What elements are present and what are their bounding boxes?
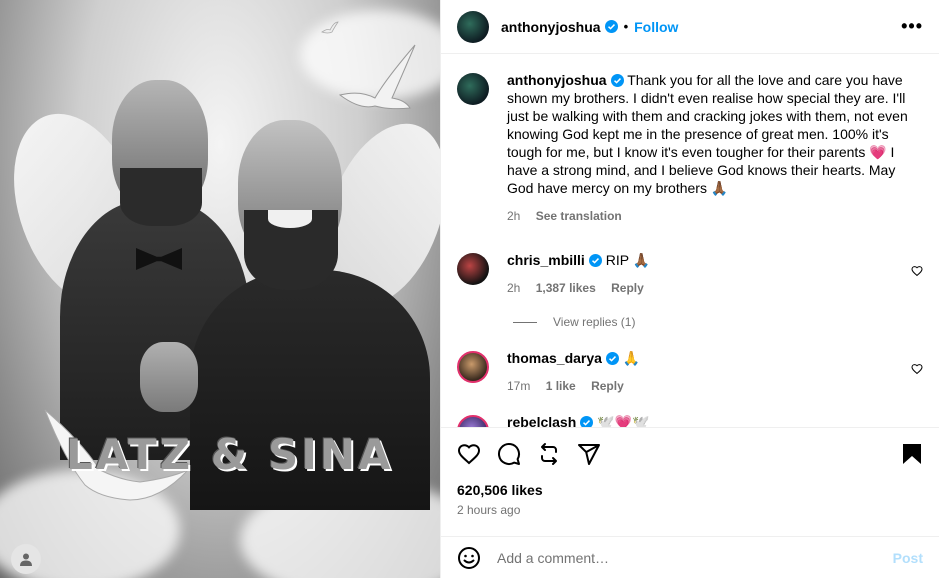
see-translation-link[interactable]: See translation — [536, 209, 622, 223]
caption: anthonyjoshua Thank you for all the love… — [457, 71, 923, 225]
reply-button[interactable]: Reply — [591, 379, 624, 393]
header-username[interactable]: anthonyjoshua — [501, 19, 601, 35]
reply-button[interactable]: Reply — [611, 281, 644, 295]
add-comment-bar: Post — [441, 536, 939, 578]
verified-badge-icon — [580, 416, 594, 427]
verified-badge-icon — [604, 20, 618, 33]
comment-input[interactable] — [497, 549, 893, 566]
post-image[interactable]: LATZ & SINA — [0, 0, 440, 578]
small-dove-icon — [321, 21, 339, 34]
caption-body: anthonyjoshua Thank you for all the love… — [507, 71, 923, 225]
comment-username[interactable]: thomas_darya — [507, 350, 602, 366]
action-bar — [441, 427, 939, 479]
avatar[interactable] — [457, 415, 489, 427]
dove-icon — [338, 44, 416, 110]
more-options-icon[interactable]: ••• — [901, 16, 923, 37]
comment-meta: 2h 1,387 likes Reply — [507, 279, 911, 297]
caption-time: 2h — [507, 209, 521, 223]
post-likes-count[interactable]: 620,506 likes — [457, 482, 543, 498]
comment-text: RIP 🙏🏾 — [605, 252, 651, 268]
caption-meta: 2h See translation — [507, 207, 923, 225]
comments-list[interactable]: anthonyjoshua Thank you for all the love… — [441, 55, 939, 427]
smile — [268, 210, 312, 228]
view-replies-button[interactable]: View replies (1) — [513, 315, 923, 329]
comment-username[interactable]: rebelclash — [507, 414, 576, 427]
comment-item: chris_mbilli RIP 🙏🏾 2h 1,387 likes Reply — [457, 251, 923, 297]
comment-meta: 17m 1 like Reply — [507, 377, 911, 395]
comment-body: rebelclash 🕊️💗🕊️ — [507, 413, 911, 427]
avatar[interactable] — [457, 73, 489, 105]
comment-text: 🙏 — [622, 350, 641, 366]
post-header: anthonyjoshua • Follow ••• — [441, 0, 939, 54]
comment-username[interactable]: chris_mbilli — [507, 252, 585, 268]
heart-icon[interactable] — [911, 265, 923, 277]
comment-text: 🕊️💗🕊️ — [597, 414, 650, 427]
avatar[interactable] — [457, 351, 489, 383]
comment-body: chris_mbilli RIP 🙏🏾 2h 1,387 likes Reply — [507, 251, 911, 297]
like-heart-icon[interactable] — [457, 442, 481, 466]
caption-text: Thank you for all the love and care you … — [507, 72, 908, 196]
comment-body: thomas_darya 🙏 17m 1 like Reply — [507, 349, 911, 395]
separator-dot: • — [623, 19, 629, 34]
comment-time: 2h — [507, 281, 521, 295]
avatar[interactable] — [457, 10, 489, 43]
image-overlay-title: LATZ & SINA — [66, 430, 394, 479]
view-replies-label: View replies (1) — [553, 315, 636, 329]
user-icon — [20, 553, 32, 566]
caption-username[interactable]: anthonyjoshua — [507, 72, 607, 88]
post-timestamp: 2 hours ago — [457, 503, 521, 517]
verified-badge-icon — [605, 352, 619, 365]
person-left-beard — [120, 168, 202, 226]
post-comment-button[interactable]: Post — [893, 550, 923, 566]
divider-line — [513, 321, 537, 323]
tagged-users-button[interactable] — [11, 544, 41, 574]
send-icon[interactable] — [577, 442, 601, 466]
comment-item: thomas_darya 🙏 17m 1 like Reply — [457, 349, 923, 395]
follow-button[interactable]: Follow — [634, 19, 678, 35]
share-icon[interactable] — [537, 442, 561, 466]
bookmark-icon[interactable] — [901, 442, 923, 466]
heart-icon[interactable] — [911, 363, 923, 375]
avatar[interactable] — [457, 253, 489, 285]
comment-likes[interactable]: 1 like — [546, 379, 576, 393]
comment-icon[interactable] — [497, 442, 521, 466]
verified-badge-icon — [588, 254, 602, 267]
post-sidebar: anthonyjoshua • Follow ••• anthonyjoshua… — [440, 0, 939, 578]
comment-time: 17m — [507, 379, 531, 393]
emoji-icon[interactable] — [457, 546, 481, 570]
comment-item: rebelclash 🕊️💗🕊️ — [457, 413, 923, 427]
comment-likes[interactable]: 1,387 likes — [536, 281, 596, 295]
verified-badge-icon — [610, 74, 624, 87]
